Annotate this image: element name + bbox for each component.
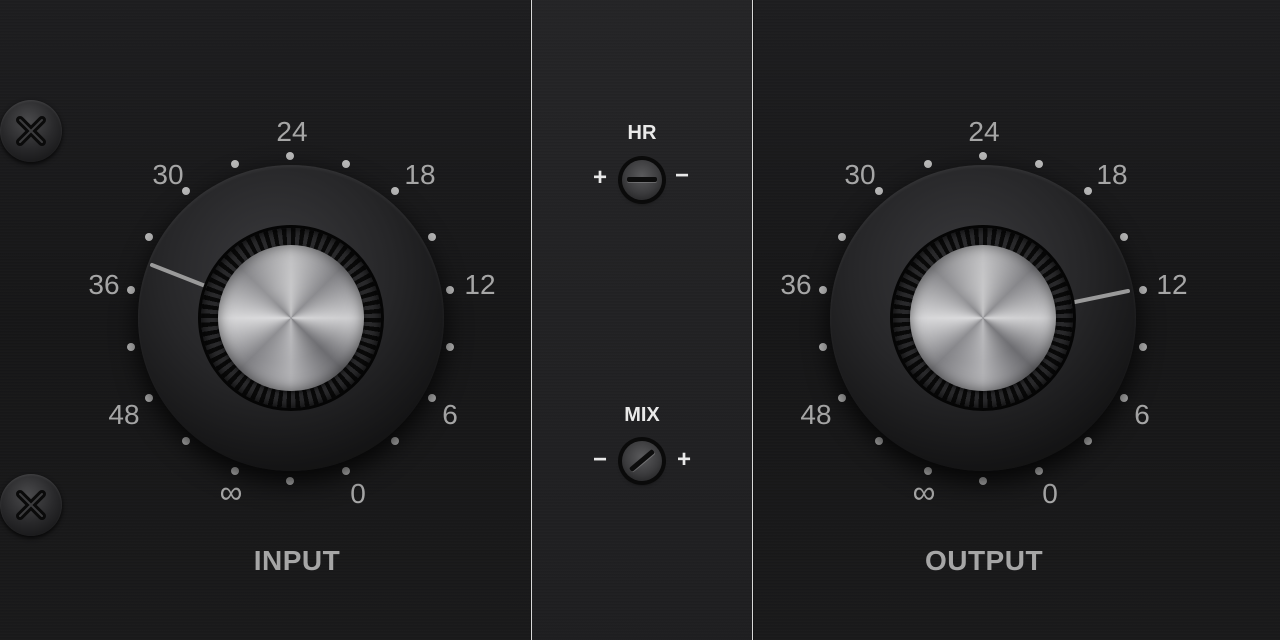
- input-scale-label: 48: [108, 399, 139, 430]
- output-scale-label: 48: [800, 399, 831, 430]
- output-scale-label: 24: [968, 116, 999, 147]
- hr-label: HR: [627, 122, 657, 144]
- output-scale-label: ∞: [913, 474, 936, 510]
- input-scale-label: 24: [276, 116, 307, 147]
- mix-trim-screw[interactable]: [622, 441, 662, 481]
- hr-plus-sign: +: [592, 164, 607, 191]
- input-knob[interactable]: [138, 165, 444, 471]
- output-scale-label: 0: [1042, 478, 1058, 509]
- input-scale-label: 12: [464, 269, 495, 300]
- output-knob-cap: [910, 245, 1056, 391]
- output-scale-label: 36: [780, 269, 811, 300]
- mix-plus-sign: +: [676, 446, 691, 473]
- output-panel: 24 18 12 6 0 ∞ 48 36 30 OUTPUT: [754, 0, 1280, 640]
- mix-label: MIX: [624, 404, 660, 426]
- output-knob[interactable]: [830, 165, 1136, 471]
- output-label: OUTPUT: [924, 545, 1044, 576]
- input-knob-cap: [218, 245, 364, 391]
- input-panel: 24 18 12 6 0 ∞ 48 36 30 INPUT: [0, 0, 530, 640]
- hr-minus-sign: −: [674, 162, 689, 189]
- output-scale-label: 6: [1134, 399, 1150, 430]
- input-label: INPUT: [253, 545, 341, 576]
- input-scale-label: 6: [442, 399, 458, 430]
- trim-panel: HR + − MIX − +: [531, 0, 753, 640]
- hr-trim-screw[interactable]: [622, 160, 662, 200]
- input-scale-label: ∞: [220, 474, 243, 510]
- input-scale-label: 36: [88, 269, 119, 300]
- input-scale-label: 0: [350, 478, 366, 509]
- mix-minus-sign: −: [592, 446, 607, 473]
- output-scale-label: 12: [1156, 269, 1187, 300]
